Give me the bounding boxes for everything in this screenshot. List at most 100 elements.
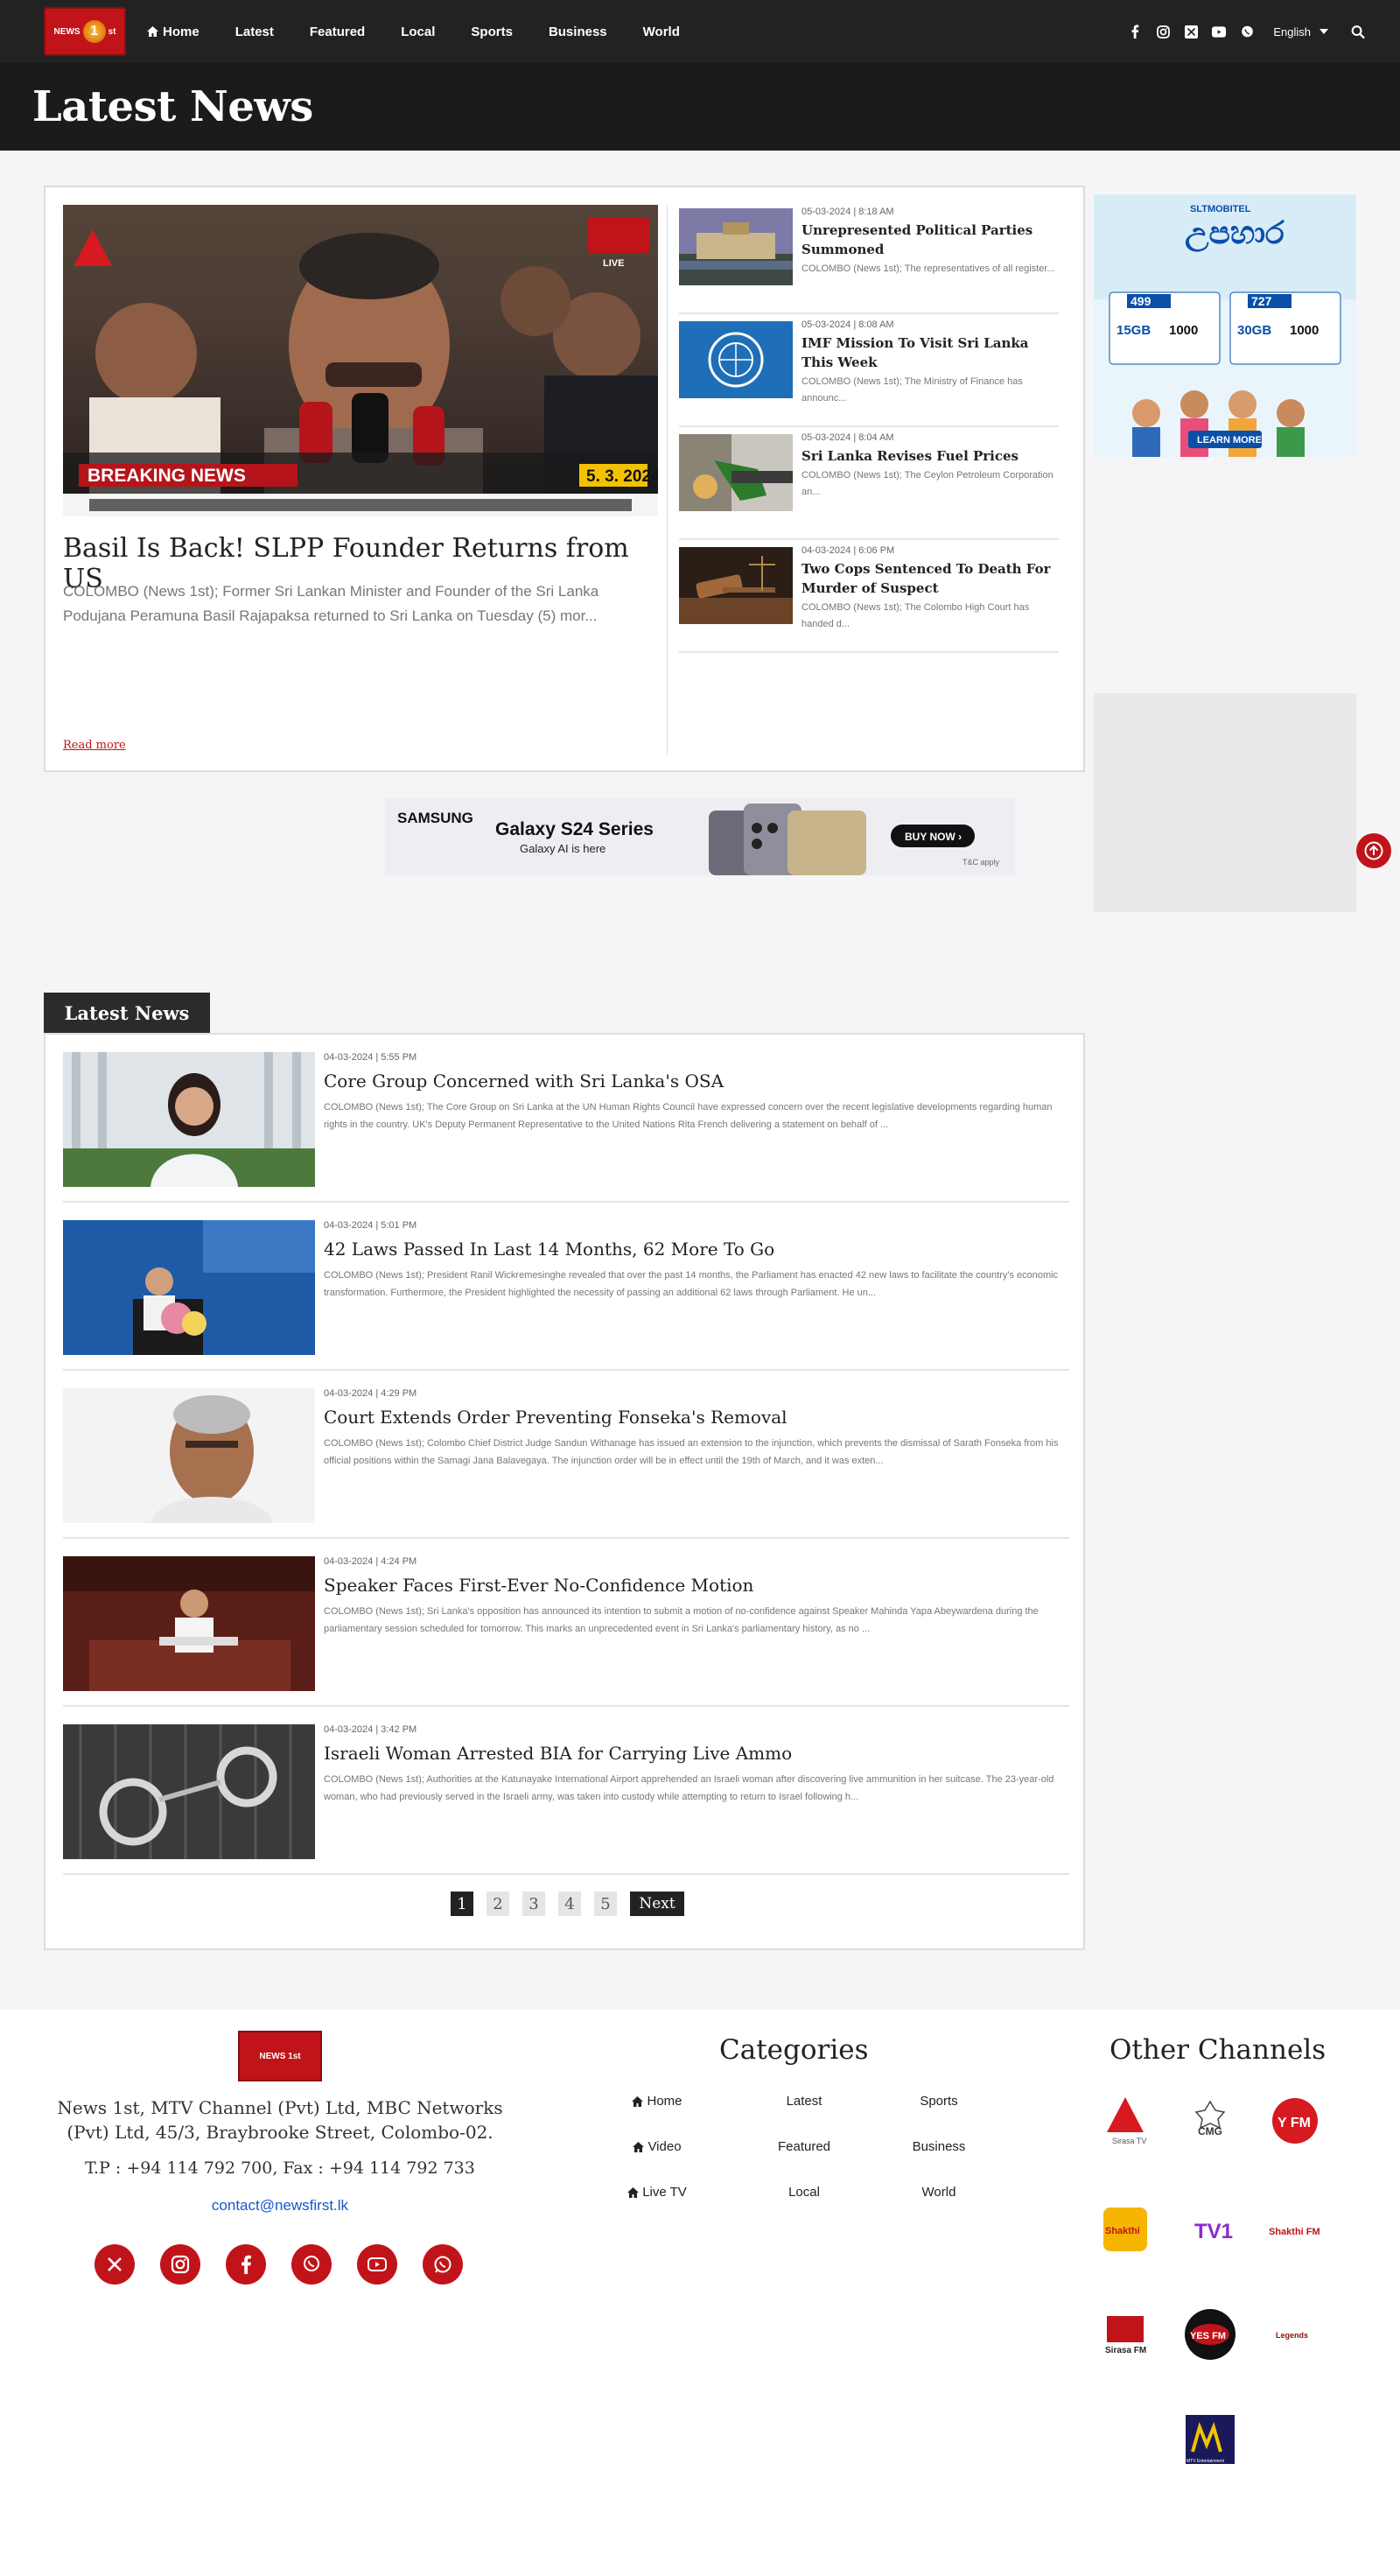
gavel-thumbnail[interactable] xyxy=(679,547,793,624)
footer-address: News 1st, MTV Channel (Pvt) Ltd, MBC Net… xyxy=(57,2097,503,2143)
shakthi-fm-logo[interactable]: Shakthi FM xyxy=(1266,2200,1324,2258)
footer-link-local[interactable]: Local xyxy=(734,2185,874,2200)
viber-icon[interactable] xyxy=(291,2244,332,2285)
handcuffs-thumbnail[interactable] xyxy=(63,1724,315,1859)
footer-social xyxy=(94,2244,488,2285)
latest-news-tab[interactable]: Latest News xyxy=(44,993,210,1033)
pagination: 1 2 3 4 5 Next xyxy=(451,1892,697,1916)
menu-home[interactable]: Home xyxy=(147,25,200,39)
svg-text:15GB: 15GB xyxy=(1116,323,1151,338)
side-news-item[interactable]: 05-03-2024 | 8:08 AM IMF Mission To Visi… xyxy=(679,314,1059,427)
side-news-item[interactable]: 05-03-2024 | 8:04 AM Sri Lanka Revises F… xyxy=(679,427,1059,540)
yes-fm-logo[interactable]: YES FM xyxy=(1181,2306,1239,2363)
svg-text:BUY NOW ›: BUY NOW › xyxy=(905,831,962,843)
instagram-icon[interactable] xyxy=(1156,25,1170,39)
svg-text:Sirasa TV: Sirasa TV xyxy=(1112,2137,1146,2145)
page-1-button[interactable]: 1 xyxy=(451,1892,473,1916)
y-fm-logo[interactable]: Y FM xyxy=(1266,2092,1324,2150)
svg-text:YES FM: YES FM xyxy=(1190,2331,1226,2341)
svg-text:Sirasa FM: Sirasa FM xyxy=(1105,2346,1146,2355)
footer-logo[interactable]: NEWS 1st xyxy=(238,2031,322,2081)
site-logo[interactable]: NEWS 1st xyxy=(44,7,126,56)
latest-news-list: 04-03-2024 | 5:55 PM Core Group Concerne… xyxy=(44,1033,1085,1950)
menu-world[interactable]: World xyxy=(643,25,680,39)
side-news-item[interactable]: 05-03-2024 | 8:18 AM Unrepresented Polit… xyxy=(679,201,1059,314)
facebook-icon[interactable] xyxy=(226,2244,266,2285)
slt-mobitel-ad[interactable]: SLTMOBITEL උපහාර 499 727 15GB 1000 30GB … xyxy=(1094,194,1356,457)
svg-text:MTV Entertainment: MTV Entertainment xyxy=(1186,2459,1225,2464)
x-twitter-icon[interactable] xyxy=(1184,25,1198,39)
whatsapp-icon[interactable] xyxy=(423,2244,463,2285)
home-icon xyxy=(633,2141,645,2152)
mtv-entertainment-logo[interactable]: MTV Entertainment xyxy=(1181,2411,1239,2468)
main-menu: Home Latest Featured Local Sports Busine… xyxy=(147,0,716,63)
list-item[interactable]: 04-03-2024 | 4:29 PM Court Extends Order… xyxy=(63,1371,1069,1539)
unhrc-thumbnail[interactable] xyxy=(63,1052,315,1187)
speaker-thumbnail[interactable] xyxy=(63,1556,315,1691)
parliament-thumbnail[interactable] xyxy=(679,208,793,285)
facebook-icon[interactable] xyxy=(1128,25,1142,39)
list-item[interactable]: 04-03-2024 | 4:24 PM Speaker Faces First… xyxy=(63,1539,1069,1707)
list-item[interactable]: 04-03-2024 | 3:42 PM Israeli Woman Arres… xyxy=(63,1707,1069,1875)
footer-link-featured[interactable]: Featured xyxy=(734,2139,874,2154)
read-more-link[interactable]: Read more xyxy=(63,739,126,752)
svg-text:උපහාර: උපහාර xyxy=(1185,215,1285,253)
top-navbar: NEWS 1st Home Latest Featured Local Sport… xyxy=(0,0,1400,63)
tv1-logo[interactable]: TV1 xyxy=(1181,2200,1239,2258)
menu-local[interactable]: Local xyxy=(401,25,435,39)
ad-placeholder xyxy=(1094,693,1356,912)
svg-text:T&C apply: T&C apply xyxy=(962,858,1000,867)
next-page-button[interactable]: Next xyxy=(630,1892,684,1916)
nav-social: English xyxy=(1114,0,1365,63)
list-item[interactable]: 04-03-2024 | 5:55 PM Core Group Concerne… xyxy=(63,1035,1069,1203)
home-icon xyxy=(627,2186,640,2198)
footer-link-latest[interactable]: Latest xyxy=(734,2094,874,2109)
sirasa-tv-logo[interactable]: Sirasa TV xyxy=(1096,2092,1154,2150)
svg-text:30GB: 30GB xyxy=(1237,323,1271,338)
footer-link-world[interactable]: World xyxy=(869,2185,1009,2200)
svg-text:LIVE: LIVE xyxy=(603,258,624,269)
home-icon xyxy=(147,26,158,37)
language-select[interactable]: English xyxy=(1273,25,1328,39)
side-news-item[interactable]: 04-03-2024 | 6:06 PM Two Cops Sentenced … xyxy=(679,540,1059,653)
menu-business[interactable]: Business xyxy=(549,25,607,39)
categories-title: Categories xyxy=(719,2034,869,2066)
footer-link-business[interactable]: Business xyxy=(869,2139,1009,2154)
list-item[interactable]: 04-03-2024 | 5:01 PM 42 Laws Passed In L… xyxy=(63,1203,1069,1371)
footer-link-sports[interactable]: Sports xyxy=(869,2094,1009,2109)
shakthi-logo[interactable]: Shakthi xyxy=(1096,2200,1154,2258)
menu-sports[interactable]: Sports xyxy=(471,25,513,39)
page-2-button[interactable]: 2 xyxy=(486,1892,509,1916)
svg-text:499: 499 xyxy=(1130,294,1152,308)
fonseka-thumbnail[interactable] xyxy=(63,1388,315,1523)
footer-link-live-tv[interactable]: Live TV xyxy=(587,2185,727,2200)
page-5-button[interactable]: 5 xyxy=(594,1892,617,1916)
sirasa-fm-logo[interactable]: Sirasa FM xyxy=(1096,2306,1154,2363)
footer-link-video[interactable]: Video xyxy=(587,2139,727,2154)
cmg-logo[interactable]: CMG xyxy=(1181,2092,1239,2150)
imf-thumbnail[interactable] xyxy=(679,321,793,398)
samsung-banner-ad[interactable]: SAMSUNG Galaxy S24 Series Galaxy AI is h… xyxy=(385,798,1015,875)
svg-text:SLTMOBITEL: SLTMOBITEL xyxy=(1190,204,1251,214)
viber-icon[interactable] xyxy=(1240,25,1254,39)
search-icon[interactable] xyxy=(1351,25,1365,39)
footer-link-home[interactable]: Home xyxy=(587,2094,727,2109)
fuel-pump-thumbnail[interactable] xyxy=(679,434,793,511)
svg-text:1000: 1000 xyxy=(1169,323,1198,338)
featured-image[interactable]: BREAKING NEWS 5. 3. 2024 LIVE xyxy=(63,205,658,516)
menu-featured[interactable]: Featured xyxy=(310,25,365,39)
x-twitter-icon[interactable] xyxy=(94,2244,135,2285)
legends-logo[interactable]: Legends xyxy=(1266,2306,1324,2363)
home-icon xyxy=(632,2095,644,2107)
youtube-icon[interactable] xyxy=(1212,25,1227,39)
instagram-icon[interactable] xyxy=(160,2244,200,2285)
featured-section: BREAKING NEWS 5. 3. 2024 LIVE Basil Is B… xyxy=(44,186,1085,772)
page-4-button[interactable]: 4 xyxy=(558,1892,581,1916)
youtube-icon[interactable] xyxy=(357,2244,397,2285)
page-3-button[interactable]: 3 xyxy=(522,1892,545,1916)
footer-email[interactable]: contact@newsfirst.lk xyxy=(52,2197,508,2215)
menu-latest[interactable]: Latest xyxy=(235,25,274,39)
back-to-top-button[interactable] xyxy=(1356,833,1391,868)
svg-text:727: 727 xyxy=(1251,294,1272,308)
president-thumbnail[interactable] xyxy=(63,1220,315,1355)
